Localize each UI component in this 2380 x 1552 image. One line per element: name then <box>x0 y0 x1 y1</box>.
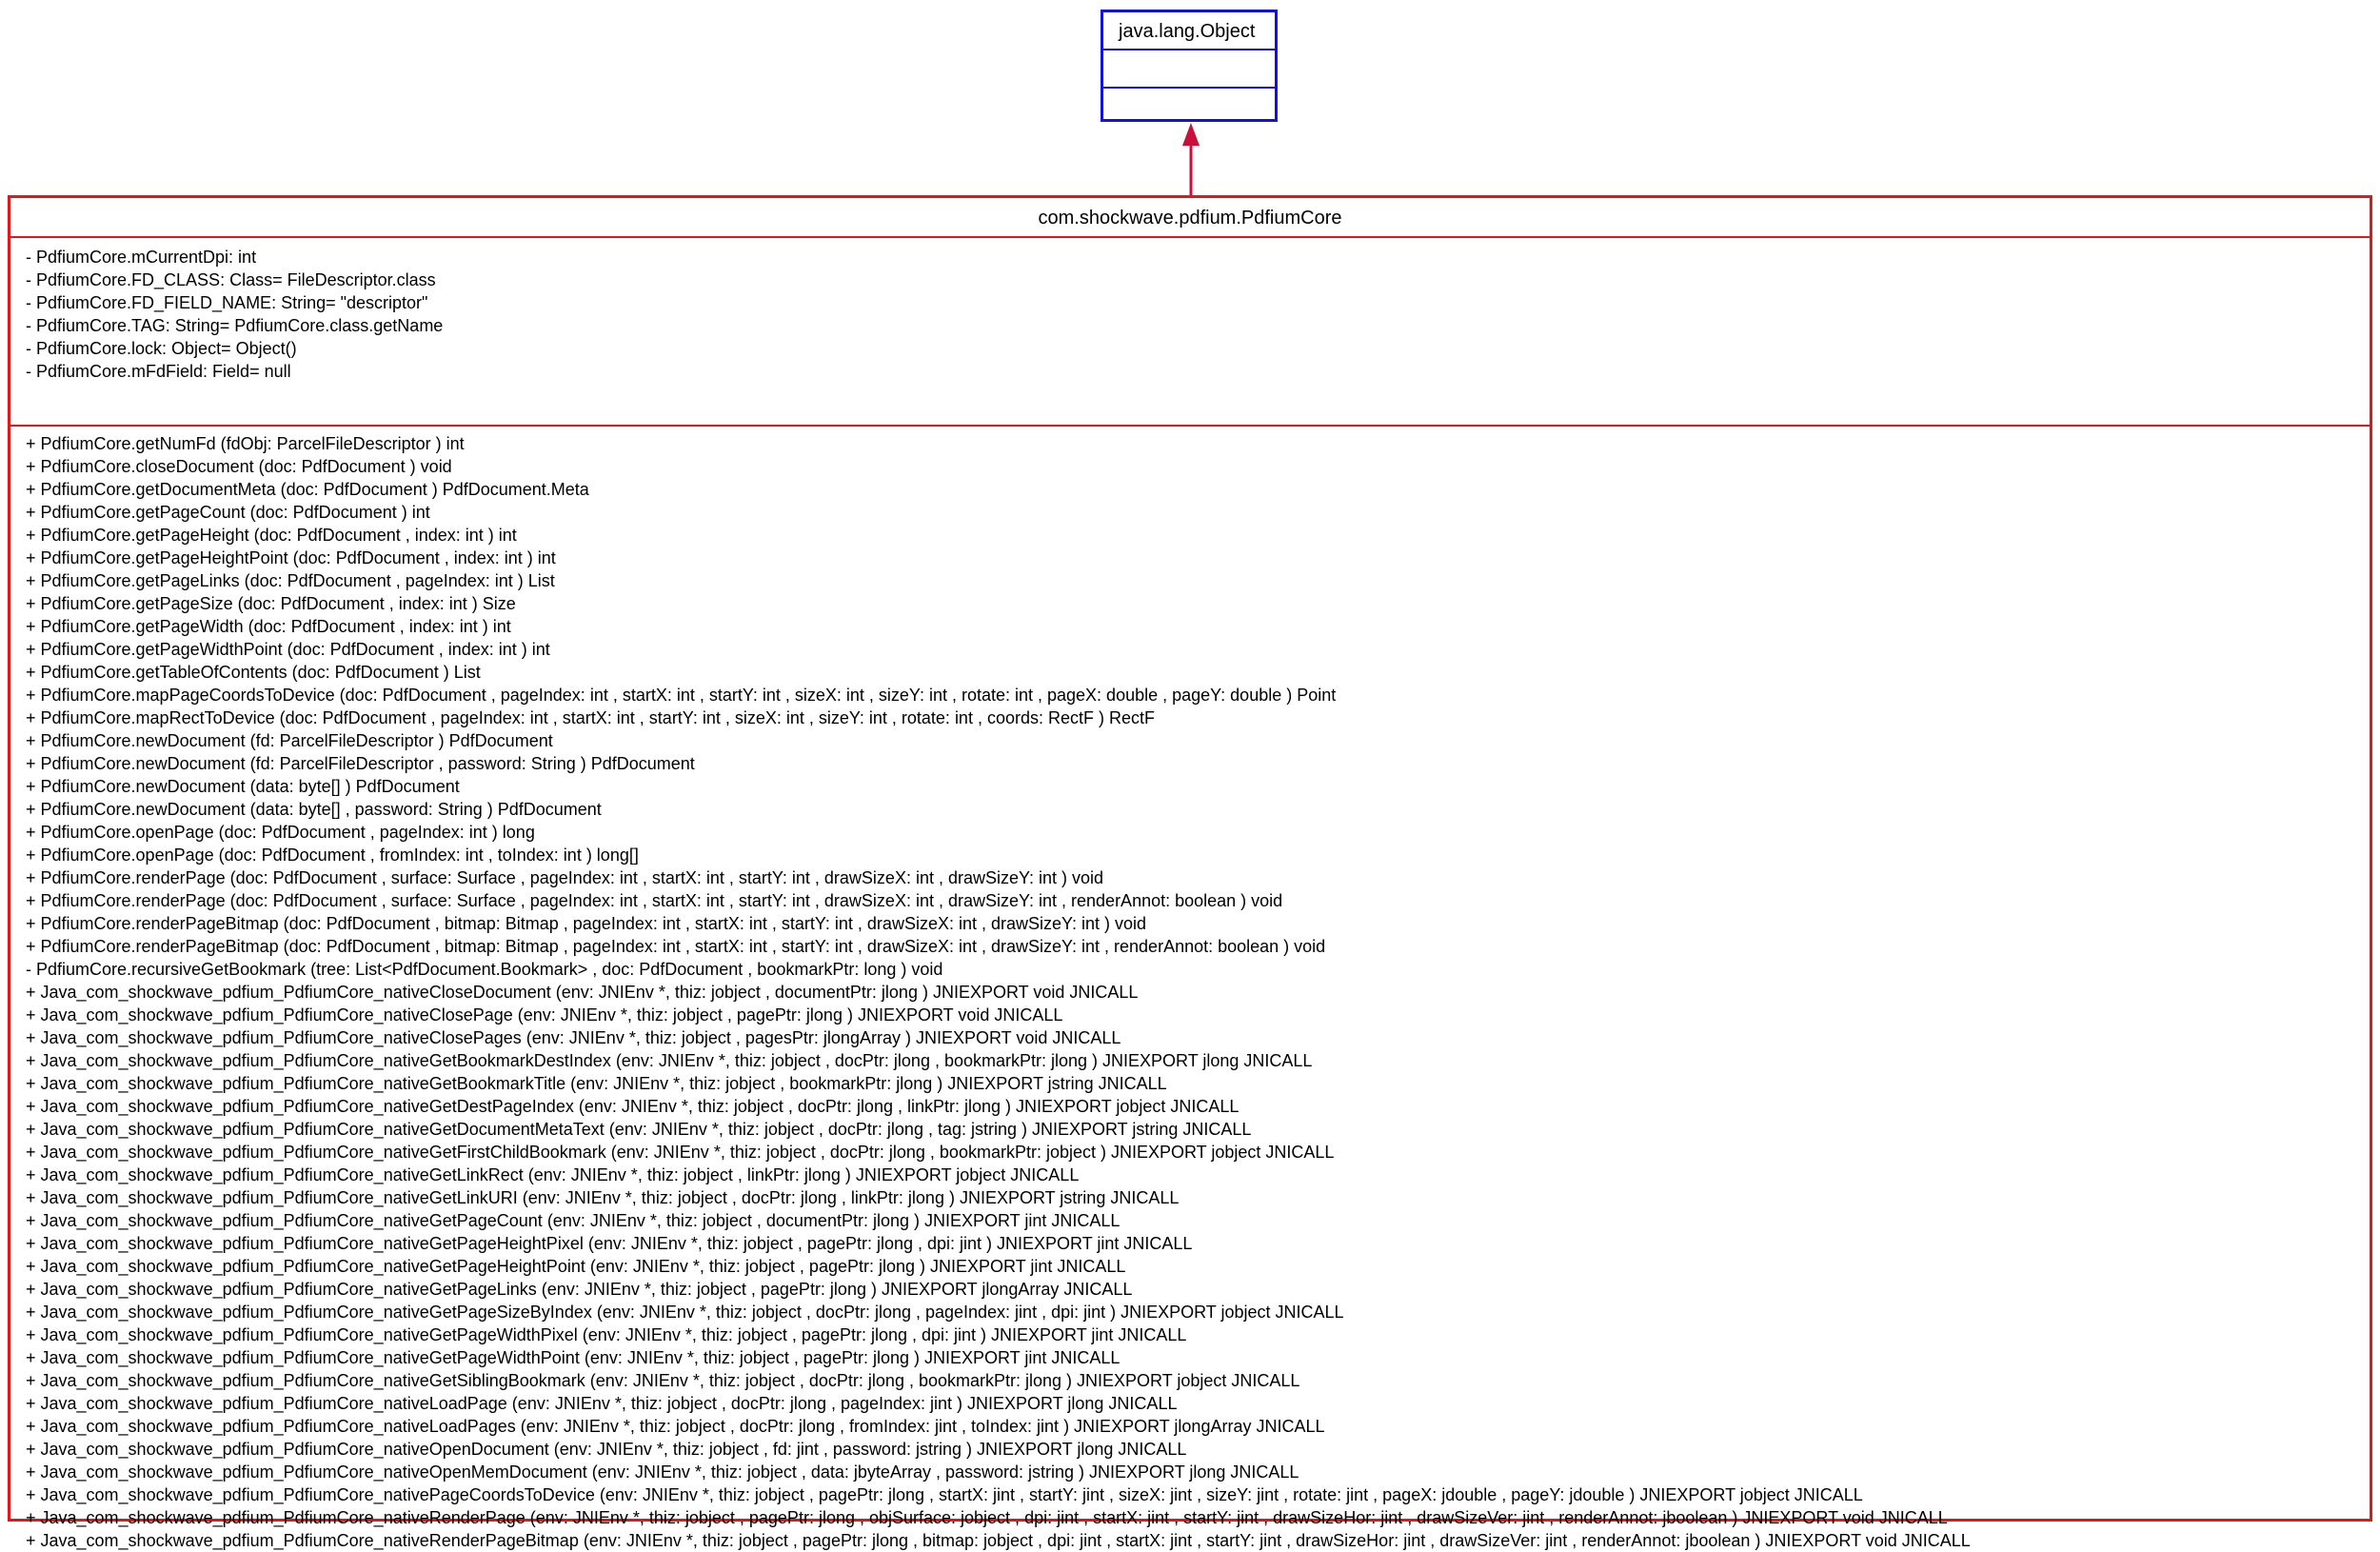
parent-class-operations <box>1103 89 1275 119</box>
parent-class-box: java.lang.Object <box>1101 10 1278 122</box>
operation-row: + PdfiumCore.newDocument (data: byte[] )… <box>26 777 460 796</box>
operation-row: + PdfiumCore.renderPage (doc: PdfDocumen… <box>26 868 1104 887</box>
operation-row: - PdfiumCore.recursiveGetBookmark (tree:… <box>26 960 943 979</box>
operation-row: + Java_com_shockwave_pdfium_PdfiumCore_n… <box>26 1234 1193 1253</box>
inheritance-arrowhead <box>1182 123 1200 146</box>
operation-row: + Java_com_shockwave_pdfium_PdfiumCore_n… <box>26 1325 1187 1344</box>
attribute-row: - PdfiumCore.FD_CLASS: Class= FileDescri… <box>26 270 436 289</box>
operation-row: + PdfiumCore.openPage (doc: PdfDocument … <box>26 823 535 842</box>
operation-row: + Java_com_shockwave_pdfium_PdfiumCore_n… <box>26 1303 1344 1322</box>
operation-row: + Java_com_shockwave_pdfium_PdfiumCore_n… <box>26 1165 1080 1184</box>
attribute-row: - PdfiumCore.TAG: String= PdfiumCore.cla… <box>26 316 444 335</box>
operation-row: + Java_com_shockwave_pdfium_PdfiumCore_n… <box>26 1005 1063 1025</box>
operation-row: + PdfiumCore.getPageWidthPoint (doc: Pdf… <box>26 640 550 659</box>
operation-row: + Java_com_shockwave_pdfium_PdfiumCore_n… <box>26 1508 1948 1527</box>
operation-row: + Java_com_shockwave_pdfium_PdfiumCore_n… <box>26 1462 1299 1482</box>
operation-row: + Java_com_shockwave_pdfium_PdfiumCore_n… <box>26 983 1139 1002</box>
class-box: com.shockwave.pdfium.PdfiumCore - Pdfium… <box>8 195 2372 1550</box>
operation-row: + PdfiumCore.getPageLinks (doc: PdfDocum… <box>26 571 555 590</box>
operation-row: + Java_com_shockwave_pdfium_PdfiumCore_n… <box>26 1485 1863 1504</box>
operation-row: + Java_com_shockwave_pdfium_PdfiumCore_n… <box>26 1280 1133 1299</box>
operation-row: + Java_com_shockwave_pdfium_PdfiumCore_n… <box>26 1120 1252 1139</box>
operation-row: + PdfiumCore.newDocument (data: byte[] ,… <box>26 800 602 819</box>
operation-row: + Java_com_shockwave_pdfium_PdfiumCore_n… <box>26 1394 1178 1413</box>
operation-row: + PdfiumCore.openPage (doc: PdfDocument … <box>26 846 639 865</box>
operation-row: + Java_com_shockwave_pdfium_PdfiumCore_n… <box>26 1143 1335 1162</box>
operation-row: + Java_com_shockwave_pdfium_PdfiumCore_n… <box>26 1051 1313 1070</box>
attribute-row: - PdfiumCore.mFdField: Field= null <box>26 362 291 381</box>
attribute-row: - PdfiumCore.FD_FIELD_NAME: String= "des… <box>26 293 428 312</box>
attribute-row: - PdfiumCore.lock: Object= Object() <box>26 339 297 358</box>
operation-row: + Java_com_shockwave_pdfium_PdfiumCore_n… <box>26 1188 1180 1207</box>
attribute-row: - PdfiumCore.mCurrentDpi: int <box>26 248 257 267</box>
operation-row: + PdfiumCore.mapRectToDevice (doc: PdfDo… <box>26 708 1155 727</box>
operation-row: + PdfiumCore.getDocumentMeta (doc: PdfDo… <box>26 480 589 499</box>
operation-row: + PdfiumCore.getPageSize (doc: PdfDocume… <box>26 594 516 613</box>
operation-row: + PdfiumCore.closeDocument (doc: PdfDocu… <box>26 457 452 476</box>
operation-row: + PdfiumCore.newDocument (fd: ParcelFile… <box>26 731 553 750</box>
operation-row: + Java_com_shockwave_pdfium_PdfiumCore_n… <box>26 1257 1126 1276</box>
operation-row: + PdfiumCore.mapPageCoordsToDevice (doc:… <box>26 686 1337 705</box>
operations-section: + PdfiumCore.getNumFd (fdObj: ParcelFile… <box>10 427 2370 1552</box>
operation-row: + Java_com_shockwave_pdfium_PdfiumCore_n… <box>26 1417 1325 1436</box>
operation-row: + Java_com_shockwave_pdfium_PdfiumCore_n… <box>26 1440 1187 1459</box>
operation-row: + Java_com_shockwave_pdfium_PdfiumCore_n… <box>26 1097 1240 1116</box>
operation-row: + Java_com_shockwave_pdfium_PdfiumCore_n… <box>26 1531 1971 1550</box>
operation-row: + Java_com_shockwave_pdfium_PdfiumCore_n… <box>26 1371 1300 1390</box>
parent-class-attributes <box>1103 50 1275 89</box>
operation-row: + PdfiumCore.getTableOfContents (doc: Pd… <box>26 663 481 682</box>
operation-row: + PdfiumCore.getPageHeight (doc: PdfDocu… <box>26 526 517 545</box>
operation-row: + PdfiumCore.getPageHeightPoint (doc: Pd… <box>26 548 556 567</box>
operation-row: + PdfiumCore.getPageCount (doc: PdfDocum… <box>26 503 430 522</box>
attributes-section: - PdfiumCore.mCurrentDpi: int - PdfiumCor… <box>10 238 2370 427</box>
operation-row: + Java_com_shockwave_pdfium_PdfiumCore_n… <box>26 1348 1121 1367</box>
operation-row: + PdfiumCore.renderPageBitmap (doc: PdfD… <box>26 937 1326 956</box>
operation-row: + PdfiumCore.getNumFd (fdObj: ParcelFile… <box>26 434 465 453</box>
operation-row: + PdfiumCore.newDocument (fd: ParcelFile… <box>26 754 695 773</box>
operation-row: + Java_com_shockwave_pdfium_PdfiumCore_n… <box>26 1028 1121 1047</box>
parent-class-name: java.lang.Object <box>1103 12 1275 50</box>
class-name: com.shockwave.pdfium.PdfiumCore <box>10 198 2370 238</box>
operation-row: + PdfiumCore.renderPage (doc: PdfDocumen… <box>26 891 1283 910</box>
operation-row: + PdfiumCore.renderPageBitmap (doc: PdfD… <box>26 914 1147 933</box>
operation-row: + Java_com_shockwave_pdfium_PdfiumCore_n… <box>26 1074 1167 1093</box>
operation-row: + Java_com_shockwave_pdfium_PdfiumCore_n… <box>26 1211 1121 1230</box>
operation-row: + PdfiumCore.getPageWidth (doc: PdfDocum… <box>26 617 511 636</box>
